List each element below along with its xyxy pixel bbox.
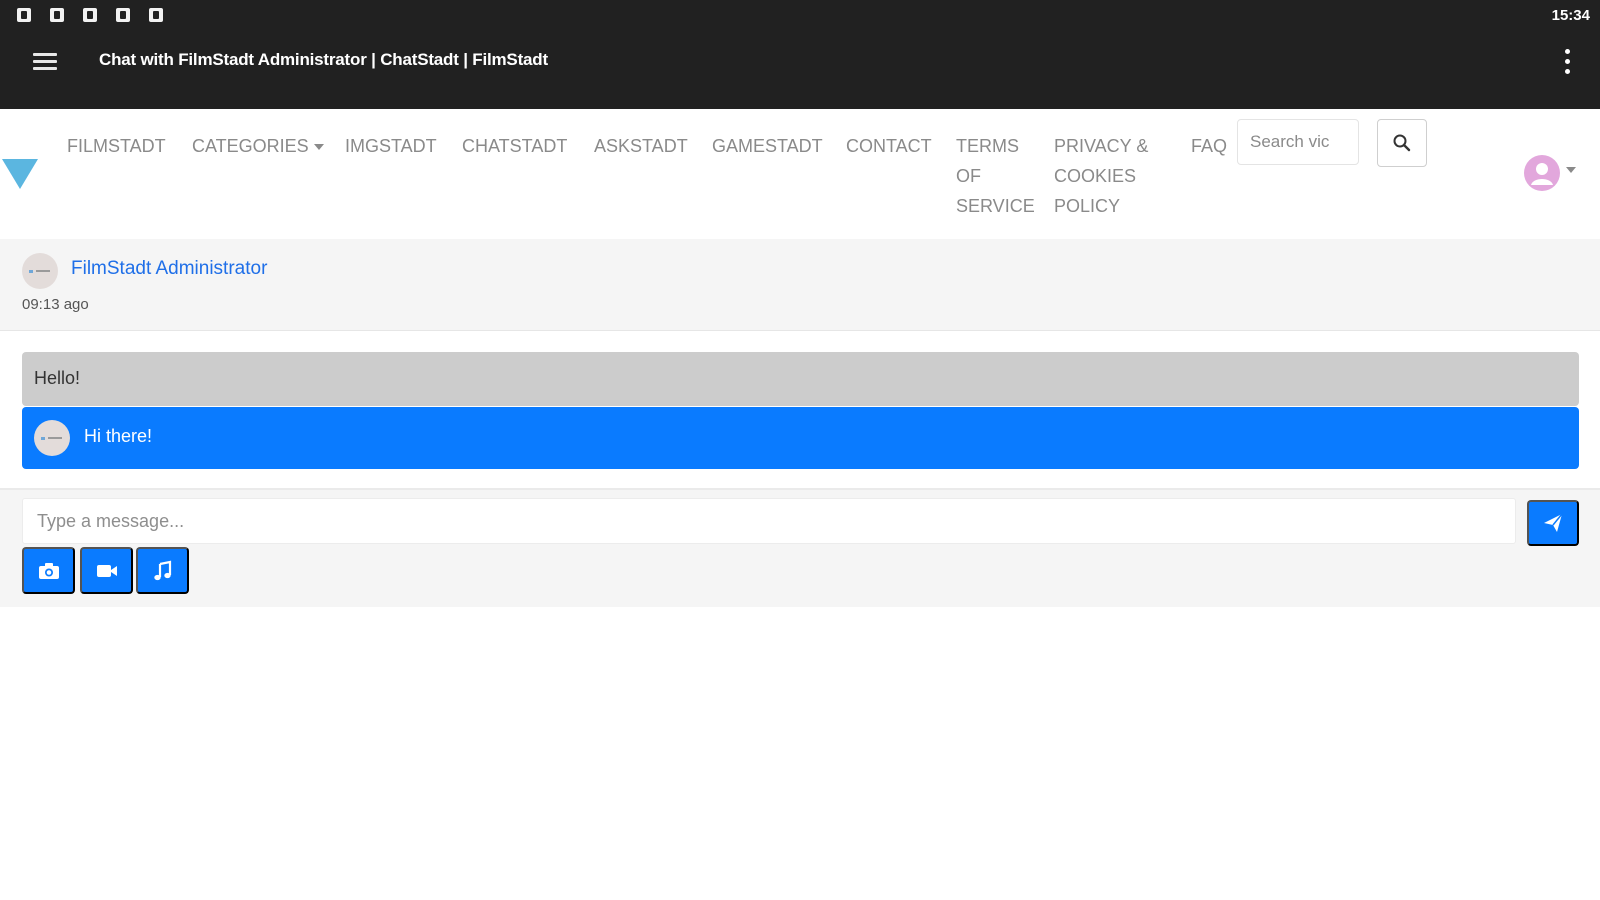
brand-logo-icon[interactable] xyxy=(2,159,38,189)
music-note-icon xyxy=(153,560,171,580)
search-icon xyxy=(1393,134,1411,152)
user-silhouette-icon xyxy=(1531,163,1553,185)
camera-icon xyxy=(38,562,59,579)
nav-askstadt[interactable]: ASKSTADT xyxy=(594,131,688,161)
chat-timestamp: 09:13 ago xyxy=(22,296,89,313)
notification-icon xyxy=(83,8,97,22)
message-received: Hello! xyxy=(22,352,1579,406)
nav-terms-of-service[interactable]: TERMS OF SERVICE xyxy=(956,131,1046,221)
hamburger-icon[interactable] xyxy=(33,51,57,71)
message-list: Hello! Hi there! xyxy=(0,331,1600,490)
partner-name-link[interactable]: FilmStadt Administrator xyxy=(71,258,267,280)
message-text: Hi there! xyxy=(84,426,153,446)
nav-gamestadt[interactable]: GAMESTADT xyxy=(712,131,823,161)
status-clock: 15:34 xyxy=(1551,7,1590,24)
send-video-button[interactable] xyxy=(80,547,133,594)
notification-icon xyxy=(149,8,163,22)
chat-header: FilmStadt Administrator 09:13 ago xyxy=(0,239,1600,331)
user-avatar-icon[interactable] xyxy=(1524,155,1560,191)
chevron-down-icon xyxy=(313,144,324,151)
notification-icon xyxy=(50,8,64,22)
sender-avatar xyxy=(34,420,70,456)
nav-faq[interactable]: FAQ xyxy=(1191,131,1227,161)
notification-icon xyxy=(17,8,31,22)
send-button[interactable] xyxy=(1527,500,1579,546)
nav-chatstadt[interactable]: CHATSTADT xyxy=(462,131,567,161)
message-input[interactable] xyxy=(22,498,1516,544)
send-photo-button[interactable] xyxy=(22,547,75,594)
nav-imgstadt[interactable]: IMGSTADT xyxy=(345,131,437,161)
more-vertical-icon[interactable] xyxy=(1562,49,1572,75)
nav-privacy-cookies-policy[interactable]: PRIVACY & COOKIES POLICY xyxy=(1054,131,1172,221)
nav-categories-label: CATEGORIES xyxy=(192,136,309,156)
search-input[interactable] xyxy=(1237,119,1359,165)
message-composer xyxy=(0,490,1600,607)
search-button[interactable] xyxy=(1377,119,1427,167)
nav-contact[interactable]: CONTACT xyxy=(846,131,932,161)
video-camera-icon xyxy=(96,564,117,577)
notification-icon xyxy=(116,8,130,22)
site-navbar: FILMSTADT CATEGORIES IMGSTADT CHATSTADT … xyxy=(0,109,1600,239)
partner-avatar xyxy=(22,253,58,289)
app-title: Chat with FilmStadt Administrator | Chat… xyxy=(99,50,548,69)
send-audio-button[interactable] xyxy=(136,547,189,594)
user-menu-caret-icon[interactable] xyxy=(1566,167,1576,173)
nav-categories-dropdown[interactable]: CATEGORIES xyxy=(192,131,324,161)
message-text: Hello! xyxy=(34,368,81,388)
app-bar: Chat with FilmStadt Administrator | Chat… xyxy=(0,30,1600,109)
message-sent: Hi there! xyxy=(22,407,1579,469)
status-bar: 15:34 xyxy=(0,0,1600,30)
paper-plane-icon xyxy=(1544,513,1563,532)
nav-filmstadt[interactable]: FILMSTADT xyxy=(67,131,166,161)
